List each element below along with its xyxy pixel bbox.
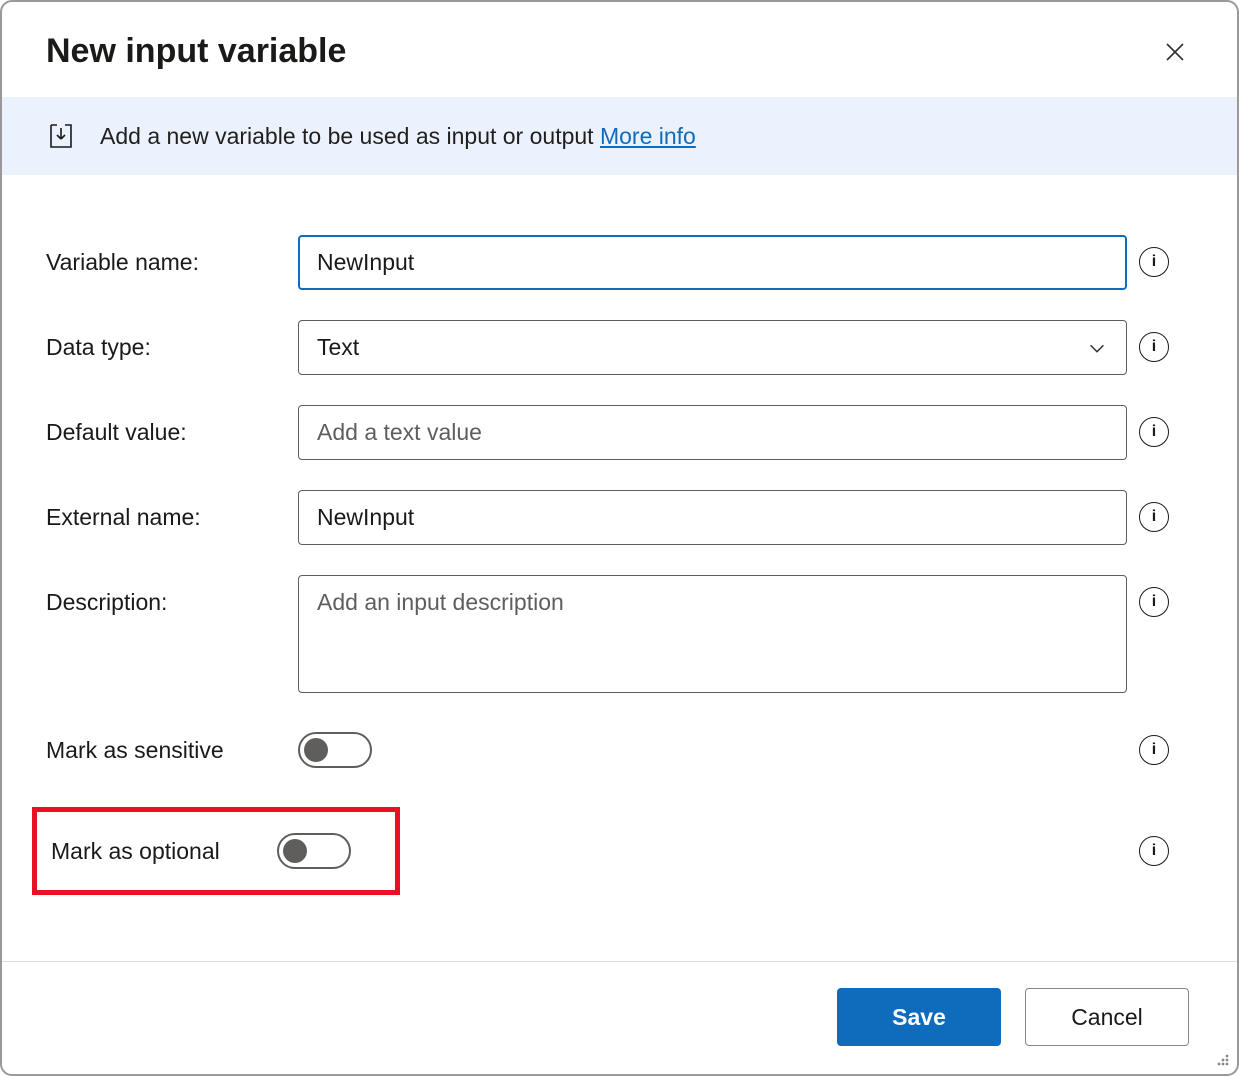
info-icon[interactable]: i: [1139, 836, 1169, 866]
resize-grip-icon[interactable]: [1213, 1050, 1231, 1068]
save-button[interactable]: Save: [837, 988, 1001, 1046]
mark-optional-row: Mark as optional i: [46, 807, 1193, 895]
mark-sensitive-label: Mark as sensitive: [46, 737, 286, 764]
description-label: Description:: [46, 575, 286, 616]
input-variable-icon: [46, 121, 76, 151]
data-type-select[interactable]: Text: [298, 320, 1127, 375]
external-name-label: External name:: [46, 490, 286, 531]
mark-optional-toggle-wrap: [277, 824, 391, 878]
dialog-title: New input variable: [46, 32, 346, 71]
form-body: Variable name: i Data type: Text i Defau…: [2, 175, 1237, 961]
variable-name-row: Variable name: i: [46, 235, 1193, 290]
external-name-row: External name: i: [46, 490, 1193, 545]
info-banner: Add a new variable to be used as input o…: [2, 97, 1237, 175]
mark-sensitive-row: Mark as sensitive i: [46, 723, 1193, 777]
more-info-link[interactable]: More info: [600, 123, 696, 149]
info-icon[interactable]: i: [1139, 587, 1169, 617]
dialog-footer: Save Cancel: [2, 961, 1237, 1074]
data-type-row: Data type: Text i: [46, 320, 1193, 375]
mark-sensitive-toggle-wrap: [298, 723, 1127, 777]
default-value-label: Default value:: [46, 405, 286, 446]
toggle-knob: [283, 839, 307, 863]
default-value-row: Default value: i: [46, 405, 1193, 460]
info-icon[interactable]: i: [1139, 247, 1169, 277]
info-text-content: Add a new variable to be used as input o…: [100, 123, 600, 149]
chevron-down-icon: [1086, 337, 1108, 359]
info-icon[interactable]: i: [1139, 332, 1169, 362]
info-icon[interactable]: i: [1139, 417, 1169, 447]
dialog-header: New input variable: [2, 2, 1237, 97]
info-text: Add a new variable to be used as input o…: [100, 123, 696, 150]
info-icon[interactable]: i: [1139, 735, 1169, 765]
variable-name-input[interactable]: [298, 235, 1127, 290]
new-input-variable-dialog: New input variable Add a new variable to…: [0, 0, 1239, 1076]
toggle-knob: [304, 738, 328, 762]
data-type-label: Data type:: [46, 320, 286, 361]
mark-optional-label: Mark as optional: [37, 838, 265, 865]
description-input[interactable]: [298, 575, 1127, 693]
close-button[interactable]: [1157, 34, 1193, 70]
data-type-value: Text: [317, 334, 359, 361]
mark-optional-highlight: Mark as optional: [32, 807, 400, 895]
variable-name-label: Variable name:: [46, 235, 286, 276]
info-icon[interactable]: i: [1139, 502, 1169, 532]
mark-sensitive-toggle[interactable]: [298, 732, 372, 768]
mark-optional-toggle[interactable]: [277, 833, 351, 869]
description-row: Description: i: [46, 575, 1193, 693]
cancel-button[interactable]: Cancel: [1025, 988, 1189, 1046]
default-value-input[interactable]: [298, 405, 1127, 460]
external-name-input[interactable]: [298, 490, 1127, 545]
close-icon: [1163, 40, 1187, 64]
